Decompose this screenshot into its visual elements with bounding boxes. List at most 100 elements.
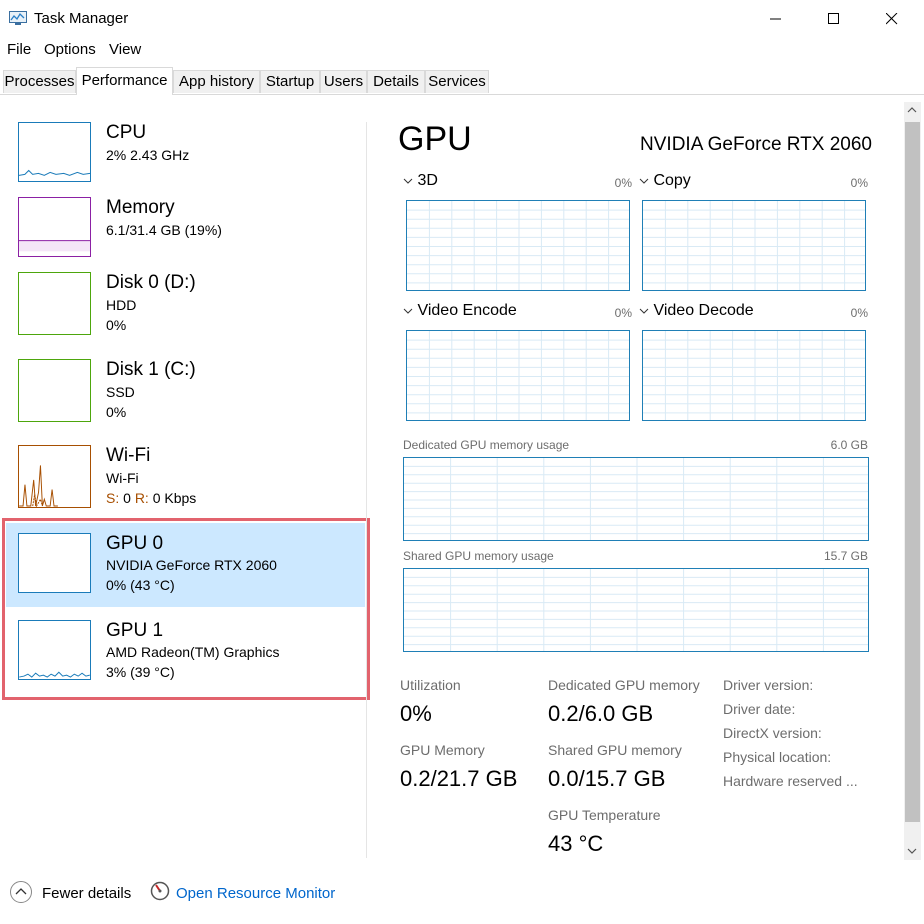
sidebar-item-value: 0% <box>106 404 127 420</box>
wifi-throughput: S: 0 R: 0 Kbps <box>106 490 196 506</box>
sidebar-item-detail: SSD <box>106 384 135 400</box>
shared-memory-max: 15.7 GB <box>823 549 868 563</box>
scrollbar-thumb[interactable] <box>905 122 920 822</box>
sidebar-item-cpu[interactable]: CPU 2% 2.43 GHz <box>6 115 365 185</box>
hardware-reserved-label: Hardware reserved ... <box>723 773 858 789</box>
driver-version-label: Driver version: <box>723 677 814 693</box>
dedicated-memory-graph-label: Dedicated GPU memory usage <box>403 438 570 452</box>
sidebar-item-detail: AMD Radeon(TM) Graphics <box>106 644 280 660</box>
sidebar-item-title: GPU 1 <box>106 620 164 641</box>
sidebar-item-wifi[interactable]: Wi-Fi Wi-Fi S: 0 R: 0 Kbps <box>6 438 365 518</box>
sidebar-item-disk-0[interactable]: Disk 0 (D:) HDD 0% <box>6 265 365 345</box>
memory-thumbnail-graph <box>18 197 91 257</box>
wifi-thumbnail-graph <box>18 445 91 508</box>
cpu-thumbnail-graph <box>18 122 91 182</box>
disk-0-thumbnail-graph <box>18 272 91 335</box>
engine-video-encode-selector[interactable]: Video Encode <box>403 302 517 320</box>
device-name: NVIDIA GeForce RTX 2060 <box>640 134 872 155</box>
chevron-down-icon <box>639 178 649 184</box>
window-title: Task Manager <box>34 10 129 27</box>
sidebar-item-detail: HDD <box>106 297 137 313</box>
sidebar-item-title: Disk 1 (C:) <box>106 359 196 380</box>
send-value: 0 <box>123 490 131 506</box>
resource-list: CPU 2% 2.43 GHz Memory 6.1/31.4 GB (19%)… <box>0 95 366 865</box>
shared-memory-value: 0.0/15.7 GB <box>548 766 666 791</box>
fewer-details-link[interactable]: Fewer details <box>42 885 131 902</box>
scroll-down-icon[interactable] <box>907 847 917 855</box>
gpu-memory-label: GPU Memory <box>400 742 485 758</box>
gpu-temperature-label: GPU Temperature <box>548 807 661 823</box>
directx-version-label: DirectX version: <box>723 725 822 741</box>
resource-monitor-icon <box>150 881 170 901</box>
shared-memory-label: Shared GPU memory <box>548 742 682 758</box>
panel-divider <box>366 122 367 858</box>
maximize-button[interactable] <box>805 0 863 38</box>
tab-details[interactable]: Details <box>367 70 425 93</box>
dedicated-memory-label: Dedicated GPU memory <box>548 677 700 693</box>
tab-app-history[interactable]: App history <box>173 70 260 93</box>
sidebar-item-disk-1[interactable]: Disk 1 (C:) SSD 0% <box>6 352 365 432</box>
chevron-down-icon <box>403 178 413 184</box>
sidebar-item-title: GPU 0 <box>106 533 164 554</box>
sidebar-item-value: 3% (39 °C) <box>106 664 175 680</box>
gpu-memory-value: 0.2/21.7 GB <box>400 766 518 791</box>
menu-options[interactable]: Options <box>44 41 96 58</box>
engine-copy-selector[interactable]: Copy <box>639 172 691 190</box>
engine-video-decode-graph <box>642 330 866 421</box>
scroll-up-icon[interactable] <box>907 106 917 114</box>
engine-3d-graph <box>406 200 630 291</box>
utilization-label: Utilization <box>400 677 461 693</box>
gpu-0-thumbnail-graph <box>18 533 91 593</box>
sidebar-item-value: 0% <box>106 317 127 333</box>
sidebar-item-detail: NVIDIA GeForce RTX 2060 <box>106 557 277 573</box>
gpu-temperature-value: 43 °C <box>548 831 604 856</box>
tab-processes[interactable]: Processes <box>3 70 76 93</box>
dedicated-memory-graph <box>403 457 869 541</box>
detail-title: GPU <box>398 120 472 158</box>
maximize-icon <box>828 13 839 24</box>
engine-label: Video Encode <box>417 302 517 319</box>
dedicated-memory-value: 0.2/6.0 GB <box>548 701 654 726</box>
minimize-icon <box>770 18 781 20</box>
sidebar-item-detail: 2% 2.43 GHz <box>106 147 190 163</box>
minimize-button[interactable] <box>747 0 805 38</box>
engine-percent: 0% <box>614 306 632 320</box>
utilization-value: 0% <box>400 701 432 726</box>
disk-1-thumbnail-graph <box>18 359 91 422</box>
footer-bar <box>0 864 924 924</box>
sidebar-item-title: CPU <box>106 122 147 143</box>
tab-performance[interactable]: Performance <box>76 67 173 95</box>
fewer-details-button[interactable] <box>10 881 32 903</box>
engine-percent: 0% <box>850 306 868 320</box>
receive-value: 0 Kbps <box>152 490 197 506</box>
sidebar-item-title: Disk 0 (D:) <box>106 272 196 293</box>
close-button[interactable] <box>863 0 921 38</box>
sidebar-item-detail: Wi-Fi <box>106 470 139 486</box>
sidebar-item-memory[interactable]: Memory 6.1/31.4 GB (19%) <box>6 190 365 260</box>
shared-memory-graph-label: Shared GPU memory usage <box>403 549 554 563</box>
gpu-1-thumbnail-graph <box>18 620 91 680</box>
engine-percent: 0% <box>614 176 632 190</box>
menu-view[interactable]: View <box>109 41 141 58</box>
engine-3d-selector[interactable]: 3D <box>403 172 438 190</box>
sidebar-item-title: Memory <box>106 197 175 218</box>
sidebar-item-detail: 6.1/31.4 GB (19%) <box>106 222 222 238</box>
sidebar-item-gpu-0[interactable]: GPU 0 NVIDIA GeForce RTX 2060 0% (43 °C) <box>6 523 365 607</box>
receive-label: R: <box>134 490 149 506</box>
tab-startup[interactable]: Startup <box>260 70 320 93</box>
task-manager-icon <box>9 11 27 25</box>
engine-label: Video Decode <box>653 302 754 319</box>
engine-label: Copy <box>653 172 691 189</box>
menu-file[interactable]: File <box>7 41 31 58</box>
tab-services[interactable]: Services <box>425 70 489 93</box>
shared-memory-graph <box>403 568 869 652</box>
open-resource-monitor-link[interactable]: Open Resource Monitor <box>176 885 335 902</box>
engine-percent: 0% <box>850 176 868 190</box>
tab-users[interactable]: Users <box>320 70 367 93</box>
sidebar-item-title: Wi-Fi <box>106 445 151 466</box>
physical-location-label: Physical location: <box>723 749 832 765</box>
engine-copy-graph <box>642 200 866 291</box>
sidebar-item-gpu-1[interactable]: GPU 1 AMD Radeon(TM) Graphics 3% (39 °C) <box>6 610 365 692</box>
chevron-down-icon <box>639 308 649 314</box>
engine-video-decode-selector[interactable]: Video Decode <box>639 302 754 320</box>
